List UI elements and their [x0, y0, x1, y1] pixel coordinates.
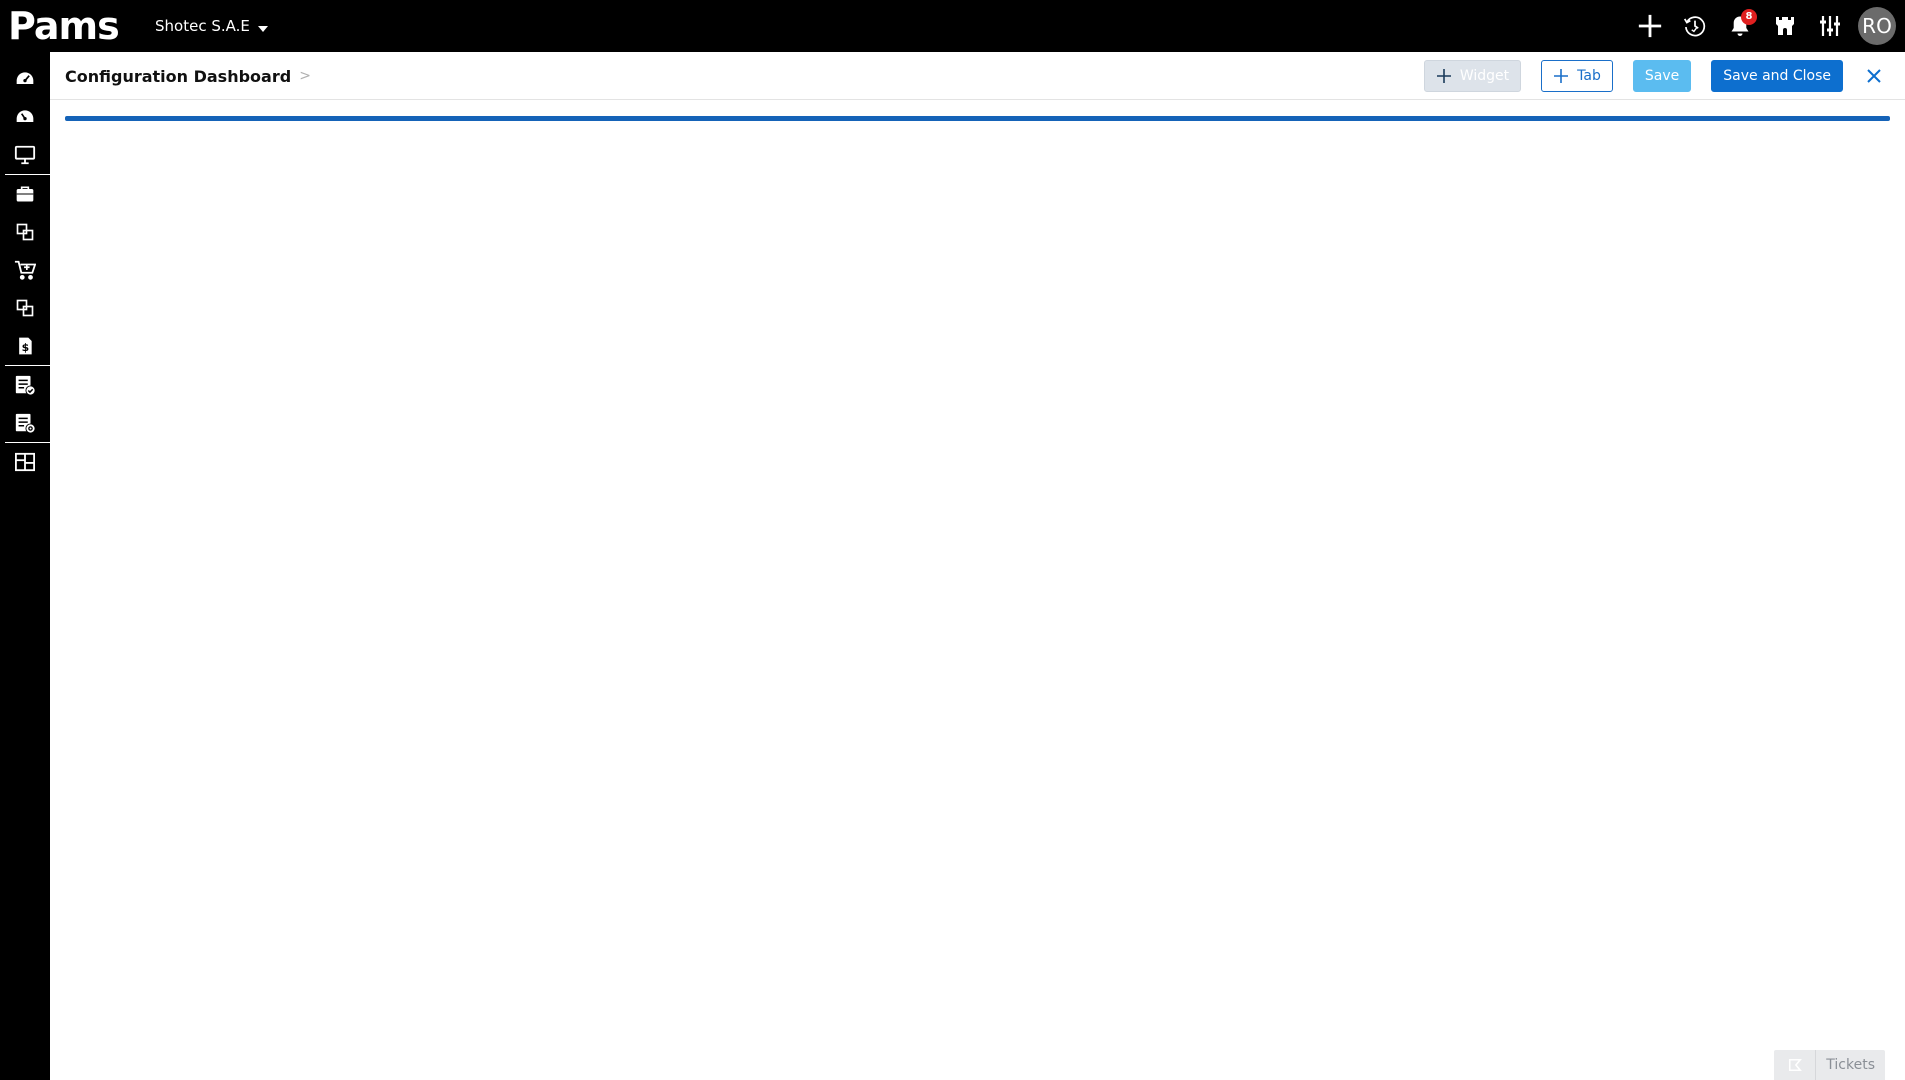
- plus-icon: [1554, 69, 1569, 83]
- history-button[interactable]: [1672, 0, 1717, 52]
- close-button[interactable]: [1858, 60, 1890, 92]
- history-icon: [1683, 16, 1705, 37]
- sidebar-item-cart[interactable]: [0, 251, 50, 289]
- add-tab-button[interactable]: Tab: [1541, 60, 1613, 92]
- sidebar-item-dashboard-2[interactable]: [0, 98, 50, 136]
- organization-name: Shotec S.A.E: [155, 17, 250, 35]
- dashboard-icon: [16, 72, 34, 84]
- layout-icon: [15, 452, 35, 472]
- sidebar-item-layout[interactable]: [0, 443, 50, 481]
- sidebar-item-monitor[interactable]: [0, 136, 50, 174]
- sidebar-item-invoice[interactable]: $: [0, 327, 50, 365]
- tickets-widget[interactable]: Tickets: [1774, 1050, 1885, 1080]
- notifications-button[interactable]: 8: [1717, 0, 1762, 52]
- monitor-icon: [14, 145, 36, 165]
- progress-fill: [65, 116, 1890, 121]
- sidebar: $: [0, 52, 50, 1080]
- add-widget-button[interactable]: Widget: [1423, 60, 1522, 92]
- save-and-close-button[interactable]: Save and Close: [1711, 60, 1843, 92]
- castle-button[interactable]: [1762, 0, 1807, 52]
- add-button[interactable]: [1627, 0, 1672, 52]
- cart-icon: [14, 260, 36, 280]
- sidebar-item-dashboard[interactable]: [0, 60, 50, 98]
- top-bar: Pams Shotec S.A.E 8 RO: [0, 0, 1905, 52]
- sidebar-item-modules[interactable]: [0, 213, 50, 251]
- modules-alt-icon: [16, 299, 34, 317]
- top-actions: 8 RO: [1627, 0, 1905, 52]
- sidebar-item-report-check[interactable]: [0, 366, 50, 404]
- svg-text:$: $: [22, 341, 30, 354]
- tickets-toggle[interactable]: [1774, 1050, 1817, 1080]
- sidebar-item-report-settings[interactable]: [0, 404, 50, 442]
- sidebar-item-modules-2[interactable]: [0, 289, 50, 327]
- breadcrumb: Configuration Dashboard >: [65, 52, 311, 100]
- logo-text: Pams: [8, 4, 120, 48]
- plus-icon: [1436, 69, 1451, 83]
- close-icon: [1867, 69, 1881, 83]
- main-content: Configuration Dashboard > Widget Tab Sav…: [50, 52, 1905, 1080]
- modules-icon: [16, 223, 34, 241]
- pams-logo[interactable]: Pams: [8, 2, 120, 50]
- ticket-flag-icon: [1788, 1058, 1802, 1072]
- page-title: Configuration Dashboard: [65, 66, 292, 86]
- castle-icon: [1775, 17, 1794, 35]
- add-widget-label: Widget: [1459, 68, 1510, 84]
- header-actions: Widget Tab Save Save and Close: [1423, 52, 1905, 100]
- dashboard-alt-icon: [16, 110, 34, 122]
- report-settings-icon: [15, 413, 36, 434]
- settings-sliders-button[interactable]: [1807, 0, 1852, 52]
- add-tab-label: Tab: [1577, 68, 1601, 84]
- sidebar-item-briefcase[interactable]: [0, 175, 50, 213]
- organization-selector[interactable]: Shotec S.A.E: [155, 0, 268, 52]
- sliders-icon: [1819, 16, 1840, 36]
- plus-icon: [1638, 14, 1661, 38]
- caret-down-icon: [257, 26, 268, 32]
- page-header: Configuration Dashboard > Widget Tab Sav…: [50, 52, 1905, 100]
- report-check-icon: [15, 375, 36, 396]
- invoice-icon: $: [19, 337, 32, 355]
- notification-count-badge: 8: [1741, 9, 1757, 25]
- tickets-label[interactable]: Tickets: [1816, 1050, 1885, 1080]
- briefcase-icon: [16, 186, 34, 202]
- loading-progress-bar: [65, 116, 1890, 121]
- save-button[interactable]: Save: [1632, 60, 1692, 92]
- breadcrumb-chevron-icon: >: [299, 68, 311, 84]
- user-avatar[interactable]: RO: [1858, 7, 1896, 45]
